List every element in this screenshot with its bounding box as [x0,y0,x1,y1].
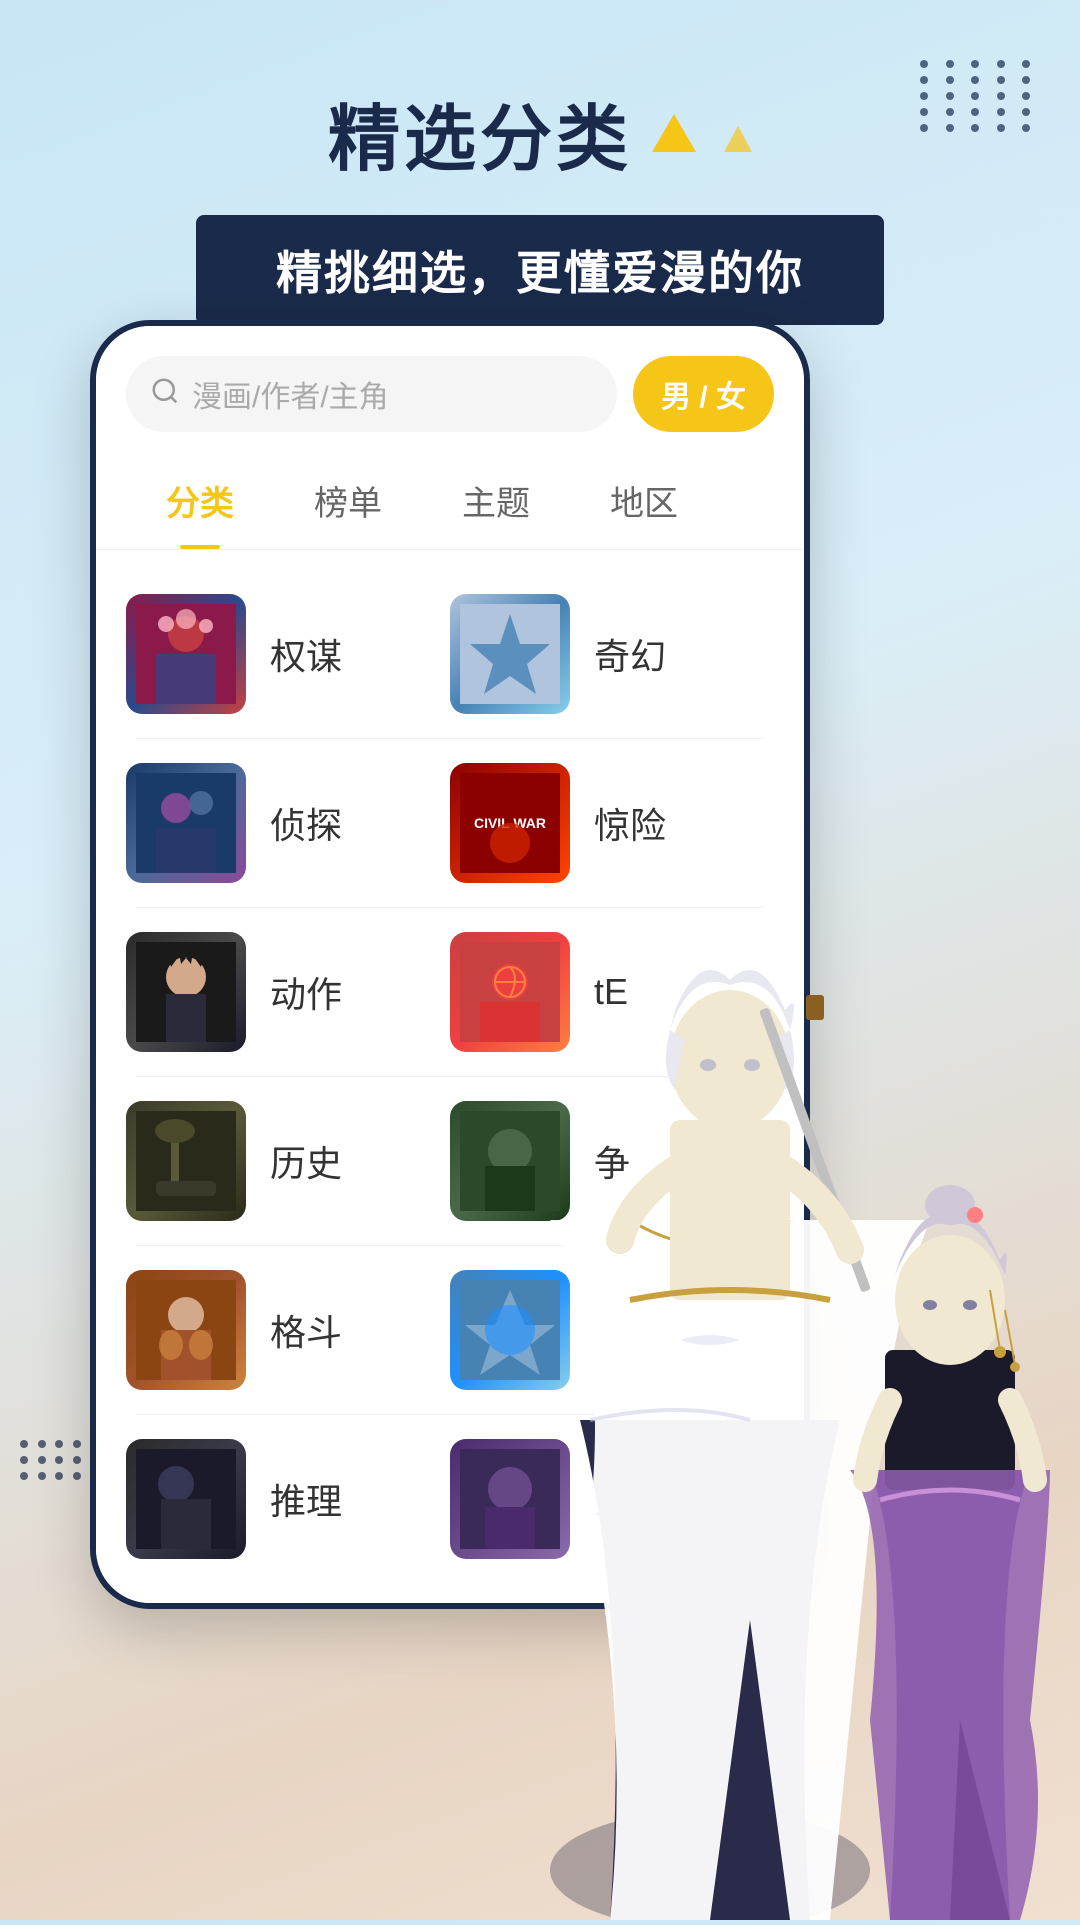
subtitle-banner: 精挑细选，更懂爱漫的你 [196,215,884,325]
search-placeholder: 漫画/作者/主角 [192,372,389,416]
search-bar: 漫画/作者/主角 男 / 女 [96,326,804,452]
thumb-img-quanmou [126,594,246,714]
category-label-yiyi: 悬疑 [594,1473,666,1525]
thumb-img-zhanzheng [450,1101,570,1221]
category-label-tiyu: tE [594,971,628,1013]
category-label-zhentan: 侦探 [270,797,342,849]
tab-bangdan[interactable]: 榜单 [274,452,422,549]
subtitle-text: 精挑细选，更懂爱漫的你 [276,247,804,299]
category-label-quanmou: 权谋 [270,628,342,680]
tab-bangdan-label: 榜单 [314,485,382,523]
decoration-dots-bottom [20,1440,100,1520]
thumb-img-jingxian: CIVIL WAR [450,763,570,883]
main-title: 精选分类 [328,80,752,185]
category-label-lishi: 历史 [270,1135,342,1187]
category-list: 权谋 奇幻 [96,550,804,1603]
category-thumb-quanmou [126,594,246,714]
category-thumb-zhanzheng [450,1101,570,1221]
category-label-qihuan: 奇幻 [594,628,666,680]
triangle-icon-2 [724,126,752,152]
tab-zhuti-label: 主题 [462,485,530,523]
category-thumb-tuili [126,1439,246,1559]
category-row-2: 侦探 CIVIL WAR 惊险 [126,739,774,907]
category-row-5: 格斗 [126,1246,774,1414]
category-label-jingxian: 惊险 [594,797,666,849]
category-thumb-lishi [126,1101,246,1221]
thumb-img-lishi [126,1101,246,1221]
category-thumb-jingxian: CIVIL WAR [450,763,570,883]
tab-fenlei-label: 分类 [166,485,234,523]
category-thumb-zhentan [126,763,246,883]
category-item-dongzuo[interactable]: 动作 [126,932,450,1052]
thumb-img-dongzuo [126,932,246,1052]
category-row-4: 历史 争 [126,1077,774,1245]
thumb-img-gedou [126,1270,246,1390]
category-item-tiyu[interactable]: tE [450,932,774,1052]
female-character [790,1070,1080,1920]
category-item-gedou[interactable]: 格斗 [126,1270,450,1390]
category-item-qihuan[interactable]: 奇幻 [450,594,774,714]
category-label-zhanzheng: 争 [594,1135,630,1187]
category-label-tuili: 推理 [270,1473,342,1525]
category-item-zhentan[interactable]: 侦探 [126,763,450,883]
category-item-yiyi[interactable]: 悬疑 [450,1439,774,1559]
thumb-img-tiyu [450,932,570,1052]
category-row-1: 权谋 奇幻 [126,570,774,738]
tab-diqu[interactable]: 地区 [570,452,718,549]
category-item-jingxian[interactable]: CIVIL WAR 惊险 [450,763,774,883]
category-thumb-dongzuo [126,932,246,1052]
category-item-zhanzheng[interactable]: 争 [450,1101,774,1221]
thumb-img-qihuan [450,594,570,714]
phone-mockup: 漫画/作者/主角 男 / 女 分类 榜单 主题 地区 [90,320,810,1609]
search-input-wrapper[interactable]: 漫画/作者/主角 [126,356,617,432]
category-thumb-yiyi [450,1439,570,1559]
category-row-3: 动作 [126,908,774,1076]
category-thumb-gedou [126,1270,246,1390]
category-item-lishi[interactable]: 历史 [126,1101,450,1221]
tabs-bar: 分类 榜单 主题 地区 [96,452,804,550]
thumb-img-gedou2 [450,1270,570,1390]
tab-diqu-label: 地区 [610,485,678,523]
title-decoration [652,114,752,152]
header: 精选分类 精挑细选，更懂爱漫的你 [0,0,1080,325]
tab-fenlei[interactable]: 分类 [126,452,274,549]
category-label-dongzuo: 动作 [270,966,342,1018]
search-icon [150,376,180,413]
category-item-tuili[interactable]: 推理 [126,1439,450,1559]
category-item-quanmou[interactable]: 权谋 [126,594,450,714]
tab-zhuti[interactable]: 主题 [422,452,570,549]
category-row-6: 推理 悬疑 [126,1415,774,1583]
thumb-img-zhentan [126,763,246,883]
category-thumb-tiyu [450,932,570,1052]
category-thumb-gedou2 [450,1270,570,1390]
category-thumb-qihuan [450,594,570,714]
thumb-img-yiyi [450,1439,570,1559]
category-item-gedou2[interactable] [450,1270,774,1390]
gender-toggle-label: 男 / 女 [661,381,746,414]
gender-toggle-button[interactable]: 男 / 女 [633,356,774,432]
category-label-gedou: 格斗 [270,1304,342,1356]
triangle-icon-1 [652,114,696,152]
main-title-text: 精选分类 [328,80,632,185]
thumb-img-tuili [126,1439,246,1559]
